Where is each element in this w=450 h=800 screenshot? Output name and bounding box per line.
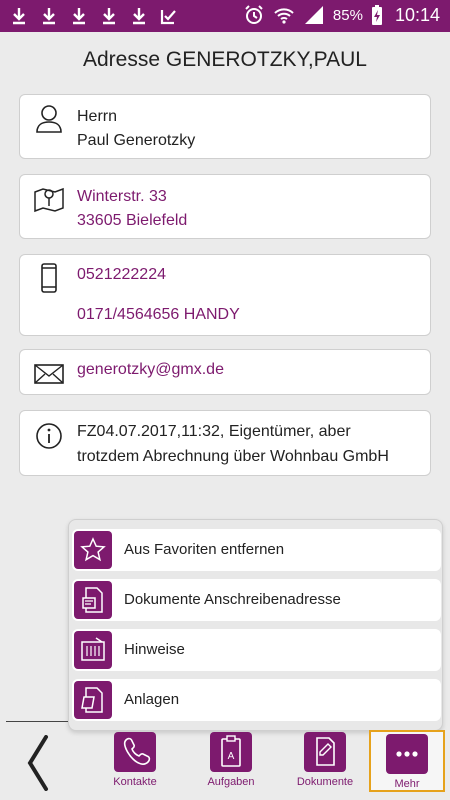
salutation: Herrn [77, 108, 118, 125]
back-chevron-icon[interactable] [22, 735, 52, 791]
name-card: Herrn Paul Generotzky [19, 94, 431, 159]
city[interactable]: 33605 Bielefeld [77, 208, 187, 233]
download-icon [103, 8, 115, 25]
tab-documents[interactable]: Dokumente [280, 730, 370, 792]
download-icon [43, 8, 55, 25]
download-icon [133, 8, 145, 25]
phone-book-icon [114, 732, 156, 772]
notes-icon [74, 631, 112, 669]
menu-item-remove-favorite[interactable]: Aus Favoriten entfernen [72, 529, 441, 571]
document-icon [74, 581, 112, 619]
email-card[interactable]: generotzky@gmx.de [19, 349, 431, 395]
phone-landline[interactable]: 0521222224 [77, 262, 166, 287]
alarm-icon [245, 5, 263, 24]
address-card[interactable]: Winterstr. 33 33605 Bielefeld [19, 174, 431, 239]
document-edit-icon [304, 732, 346, 772]
battery-charging-icon [371, 5, 382, 25]
wifi-icon [274, 8, 294, 24]
divider [6, 721, 68, 722]
menu-item-label: Aus Favoriten entfernen [124, 541, 285, 558]
tab-more[interactable]: Mehr [369, 730, 445, 792]
download-icon [13, 8, 25, 25]
menu-item-notes[interactable]: Hinweise [72, 629, 441, 671]
person-icon [36, 105, 62, 133]
menu-item-label: Hinweise [124, 641, 185, 658]
info-icon [36, 423, 62, 449]
status-bar: 85% 10:14 [0, 0, 450, 32]
map-pin-icon [34, 187, 64, 213]
more-dots-icon [386, 734, 428, 774]
download-icon [73, 8, 85, 25]
email-address[interactable]: generotzky@gmx.de [77, 357, 224, 382]
menu-item-attachments[interactable]: Anlagen [72, 679, 441, 721]
star-icon [74, 531, 112, 569]
battery-percent: 85% [332, 6, 363, 24]
tab-label: Mehr [394, 778, 420, 790]
attachment-icon [74, 681, 112, 719]
menu-item-documents-address[interactable]: Dokumente Anschreibenadresse [72, 579, 441, 621]
smartphone-icon [41, 263, 57, 293]
signal-icon [304, 6, 323, 24]
page-title: Adresse GENEROTZKY,PAUL [83, 48, 367, 71]
notification-icons [10, 6, 178, 26]
tab-label: Dokumente [296, 776, 354, 788]
clock: 10:14 [394, 4, 440, 25]
svg-text:A: A [228, 751, 235, 762]
more-menu-popup: Aus Favoriten entfernen Dokumente Anschr… [68, 519, 443, 746]
tab-label: Kontakte [113, 776, 157, 788]
tab-contacts[interactable]: Kontakte [90, 730, 180, 792]
info-card: FZ04.07.2017,11:32, Eigentümer, aber tro… [19, 410, 431, 476]
clipboard-icon: A [210, 732, 252, 772]
info-line-2: trotzdem Abrechnung über Wohnbau GmbH [77, 448, 389, 465]
phone-card: 0521222224 0171/4564656 HANDY [19, 254, 431, 336]
tab-label: Aufgaben [207, 776, 255, 788]
info-line-1: FZ04.07.2017,11:32, Eigentümer, aber [77, 423, 351, 440]
envelope-icon [34, 364, 64, 384]
system-icons: 85% 10:14 [243, 4, 440, 26]
phone-mobile[interactable]: 0171/4564656 HANDY [77, 302, 240, 327]
done-all-icon [160, 10, 176, 25]
tab-tasks[interactable]: A Aufgaben [186, 730, 276, 792]
contact-name: Paul Generotzky [77, 132, 196, 149]
menu-item-label: Dokumente Anschreibenadresse [124, 591, 341, 608]
menu-item-label: Anlagen [124, 691, 180, 708]
street[interactable]: Winterstr. 33 [77, 184, 167, 209]
